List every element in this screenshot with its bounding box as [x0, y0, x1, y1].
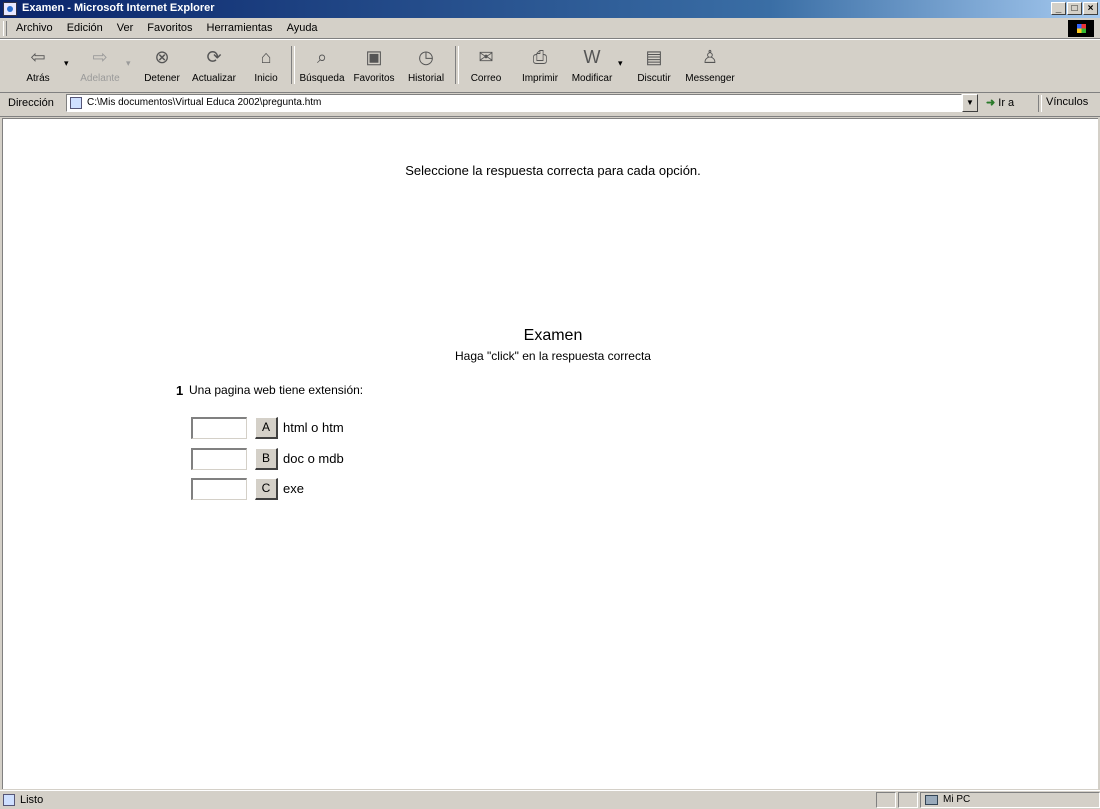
home-button[interactable]: ⌂ Inicio: [242, 44, 290, 88]
stop-icon: ⊗: [154, 47, 170, 67]
go-button[interactable]: ➜ Ir a: [986, 96, 1014, 109]
print-label: Imprimir: [521, 73, 559, 84]
search-icon: ⌕: [316, 47, 328, 67]
home-icon: ⌂: [260, 47, 272, 67]
discuss-icon: ▤: [645, 47, 663, 67]
menu-favoritos[interactable]: Favoritos: [147, 22, 192, 34]
history-button[interactable]: ◷ Historial: [402, 44, 450, 88]
menu-grip[interactable]: [3, 21, 7, 36]
exam-subtitle: Haga "click" en la respuesta correcta: [455, 349, 651, 363]
option-a-button[interactable]: A: [255, 417, 278, 439]
status-pane: [898, 792, 918, 808]
stop-button[interactable]: ⊗ Detener: [138, 44, 186, 88]
window-title: Examen - Microsoft Internet Explorer: [22, 2, 215, 14]
window-controls: _ □ ×: [1051, 2, 1098, 15]
option-c-button[interactable]: C: [255, 478, 278, 500]
search-label: Búsqueda: [299, 73, 345, 84]
edit-label: Modificar: [571, 73, 613, 84]
messenger-icon: ♙: [701, 47, 719, 67]
windows-logo-icon: [1068, 20, 1094, 37]
question-number: 1: [176, 383, 184, 398]
address-label: Dirección: [8, 97, 54, 109]
back-dropdown-icon[interactable]: ▾: [64, 58, 69, 69]
address-bar: Dirección C:\Mis documentos\Virtual Educ…: [0, 92, 1100, 117]
option-b-button[interactable]: B: [255, 448, 278, 470]
favorites-button[interactable]: ▣ Favoritos: [350, 44, 398, 88]
computer-icon: [925, 795, 938, 805]
printer-icon: ⎙: [532, 47, 548, 67]
print-button[interactable]: ⎙ Imprimir: [516, 44, 564, 88]
home-label: Inicio: [254, 73, 278, 84]
menu-bar: Archivo Edición Ver Favoritos Herramient…: [0, 19, 1100, 39]
links-button[interactable]: Vínculos: [1046, 96, 1088, 108]
back-arrow-icon: ⇦: [30, 47, 46, 67]
answer-field-c[interactable]: [191, 478, 247, 500]
instructions-text: Seleccione la respuesta correcta para ca…: [405, 163, 701, 178]
stop-label: Detener: [144, 73, 180, 84]
messenger-label: Messenger: [685, 73, 735, 84]
status-text: Listo: [20, 794, 44, 806]
edit-dropdown-icon[interactable]: ▾: [618, 58, 623, 69]
option-c-text: exe: [283, 481, 304, 496]
forward-dropdown-icon[interactable]: ▾: [126, 58, 131, 69]
history-label: Historial: [407, 73, 445, 84]
menu-ver[interactable]: Ver: [117, 22, 134, 34]
links-separator: [1038, 95, 1042, 112]
minimize-button[interactable]: _: [1051, 2, 1066, 15]
refresh-label: Actualizar: [192, 73, 236, 84]
mail-button[interactable]: ✉ Correo: [462, 44, 510, 88]
menu-herramientas[interactable]: Herramientas: [207, 22, 273, 34]
status-pane: [876, 792, 896, 808]
search-button[interactable]: ⌕ Búsqueda: [298, 44, 346, 88]
go-arrow-icon: ➜: [986, 97, 996, 109]
page-icon: [70, 97, 82, 109]
answer-field-b[interactable]: [191, 448, 247, 470]
discuss-button[interactable]: ▤ Discutir: [630, 44, 678, 88]
go-label: Ir a: [998, 97, 1015, 109]
menu-edicion[interactable]: Edición: [67, 22, 103, 34]
mail-icon: ✉: [478, 47, 494, 67]
maximize-button[interactable]: □: [1067, 2, 1082, 15]
address-input[interactable]: C:\Mis documentos\Virtual Educa 2002\pre…: [66, 94, 962, 112]
history-icon: ◷: [418, 47, 434, 67]
messenger-button[interactable]: ♙ Messenger: [685, 44, 734, 88]
status-zone: Mi PC: [943, 794, 971, 805]
favorites-label: Favoritos: [353, 73, 395, 84]
mail-label: Correo: [470, 73, 502, 84]
page-content: Seleccione la respuesta correcta para ca…: [2, 118, 1098, 789]
favorites-icon: ▣: [365, 47, 383, 67]
edit-word-icon: W: [583, 47, 601, 67]
question-text: Una pagina web tiene extensión:: [189, 383, 364, 397]
ie-icon: [3, 2, 17, 16]
forward-arrow-icon: ⇨: [92, 47, 108, 67]
title-bar: Examen - Microsoft Internet Explorer _ □…: [0, 0, 1100, 18]
standard-toolbar: ⇦ Atrás ▾ ⇨ Adelante ▾ ⊗ Detener ⟳ Actua…: [0, 39, 1100, 93]
status-bar: Listo Mi PC: [0, 790, 1100, 809]
refresh-button[interactable]: ⟳ Actualizar: [190, 44, 238, 88]
browser-window: Examen - Microsoft Internet Explorer _ □…: [0, 0, 1100, 808]
status-page-icon: [3, 794, 15, 806]
close-button[interactable]: ×: [1083, 2, 1098, 15]
option-a-text: html o htm: [283, 420, 344, 435]
address-dropdown-icon[interactable]: ▼: [962, 94, 978, 112]
menu-archivo[interactable]: Archivo: [16, 22, 53, 34]
forward-button[interactable]: ⇨ Adelante: [76, 44, 124, 88]
answer-field-a[interactable]: [191, 417, 247, 439]
discuss-label: Discutir: [637, 73, 671, 84]
forward-label: Adelante: [80, 73, 120, 84]
menu-ayuda[interactable]: Ayuda: [287, 22, 318, 34]
edit-button[interactable]: W Modificar: [568, 44, 616, 88]
option-b-text: doc o mdb: [283, 451, 344, 466]
back-label: Atrás: [26, 73, 50, 84]
address-url[interactable]: C:\Mis documentos\Virtual Educa 2002\pre…: [87, 97, 321, 108]
back-button[interactable]: ⇦ Atrás: [14, 44, 62, 88]
status-zone-pane: Mi PC: [920, 792, 1100, 808]
refresh-icon: ⟳: [206, 47, 222, 67]
exam-title: Examen: [523, 327, 583, 344]
